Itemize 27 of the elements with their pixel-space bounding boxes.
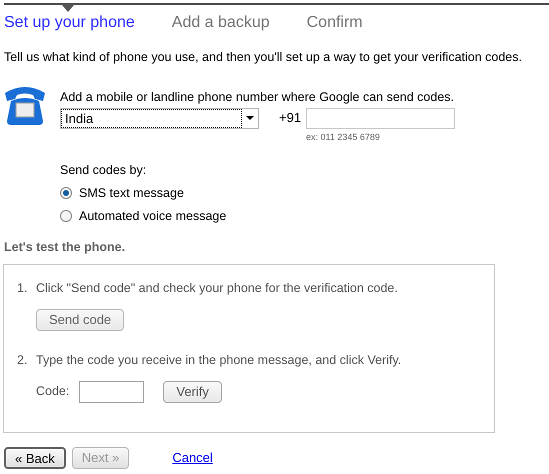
country-select[interactable]: India — [60, 108, 259, 128]
send-code-button[interactable]: Send code — [36, 308, 124, 331]
dropdown-caret-icon — [246, 116, 254, 120]
phone-hint: ex: 011 2345 6789 — [306, 130, 381, 144]
radio-button[interactable] — [60, 210, 72, 222]
test-heading: Let's test the phone. — [3, 239, 126, 256]
step-number: 1. — [17, 280, 28, 297]
telephone-icon — [3, 84, 47, 127]
cancel-link[interactable]: Cancel — [172, 448, 213, 468]
send-codes-label: Send codes by: — [60, 162, 148, 179]
intro-text: Tell us what kind of phone you use, and then you'll set up a way to get your verification codes. — [3, 49, 523, 66]
country-code: +91 — [279, 109, 302, 128]
radio-label: Automated voice message — [79, 208, 226, 225]
code-field[interactable] — [79, 380, 144, 402]
step-label: Set up your phone — [4, 14, 135, 31]
nav-button[interactable]: « Back — [4, 447, 66, 469]
step-number: 2. — [17, 352, 28, 369]
step-text: Click "Send code" and check your phone for the verification code. — [36, 280, 398, 297]
radio-button[interactable] — [60, 187, 72, 200]
code-label: Code: — [36, 383, 70, 400]
radio-label: SMS text message — [79, 184, 184, 202]
verify-button[interactable]: Verify — [163, 380, 222, 402]
phone-label: Add a mobile or landline phone number where Google can send codes. — [60, 88, 456, 106]
step-label: Confirm — [306, 14, 363, 31]
step-label: Add a backup — [172, 14, 270, 31]
phone-number-field[interactable] — [306, 108, 456, 128]
step-text: Type the code you receive in the phone message, and click Verify. — [36, 352, 402, 369]
